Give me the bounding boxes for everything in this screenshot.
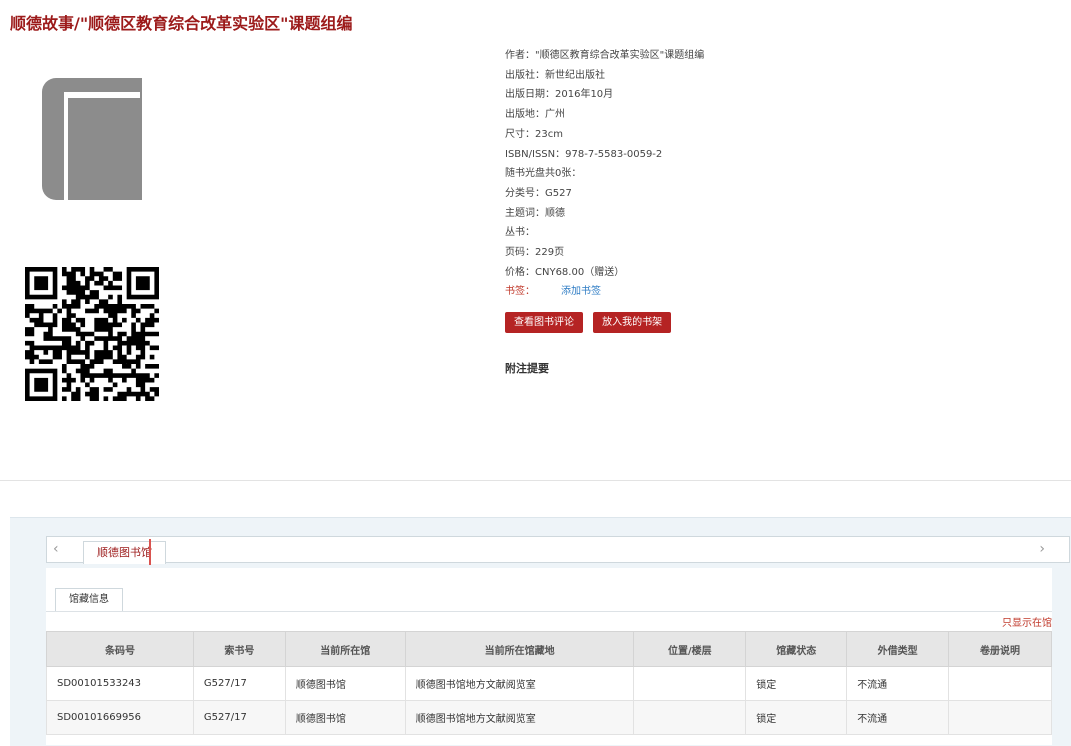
cell-floor	[633, 700, 747, 735]
bookmark-row: 书签： 添加书签	[505, 282, 704, 302]
col-status: 馆藏状态	[745, 631, 848, 667]
cell-barcode: SD00101669956	[46, 700, 194, 735]
qr-code-icon	[25, 267, 159, 401]
cell-loan-type: 不流通	[846, 700, 950, 735]
cell-volume	[948, 666, 1052, 701]
meta-author: 作者："顺德区教育综合改革实验区"课题组编	[505, 50, 705, 61]
cell-library: 顺德图书馆	[284, 666, 406, 701]
cell-status: 锁定	[745, 666, 848, 701]
divider	[0, 480, 1071, 481]
table-header-row: 条码号 索书号 当前所在馆 当前所在馆藏地 位置/楼层 馆藏状态 外借类型 卷册…	[46, 631, 1052, 667]
cell-call-number: G527/17	[192, 700, 286, 735]
tab-library-label: 顺德图书馆	[97, 546, 152, 559]
add-bookmark-link[interactable]: 添加书签	[561, 286, 601, 297]
cell-volume	[948, 700, 1052, 735]
cell-floor	[633, 666, 747, 701]
meta-price: 价格：CNY68.00（赠送）	[505, 266, 625, 278]
add-to-shelf-button[interactable]: 放入我的书架	[593, 312, 672, 333]
library-tabbar: ‹ 顺德图书馆 ›	[46, 536, 1070, 565]
view-reviews-button[interactable]: 查看图书评论	[505, 312, 583, 333]
col-call-number: 索书号	[192, 631, 286, 667]
cell-location: 顺德图书馆地方文献阅览室	[404, 666, 635, 701]
meta-publisher: 出版社：新世纪出版社	[505, 69, 605, 81]
book-metadata: 作者："顺德区教育综合改革实验区"课题组编 出版社：新世纪出版社 出版日期：20…	[505, 46, 704, 302]
cell-barcode: SD00101533243	[46, 666, 194, 701]
meta-cd: 随书光盘共0张：	[505, 168, 582, 180]
col-volume: 卷册说明	[948, 631, 1052, 667]
table-row: SD00101533243 G527/17 顺德图书馆 顺德图书馆地方文献阅览室…	[46, 666, 1052, 701]
abstract-label: 附注提要	[505, 362, 549, 375]
chevron-right-icon[interactable]: ›	[1039, 541, 1045, 557]
only-show-in-library-link[interactable]: 只显示在馆	[1002, 614, 1052, 629]
book-icon	[42, 78, 142, 206]
action-buttons: 查看图书评论 放入我的书架	[505, 310, 676, 333]
tab-accent	[149, 539, 151, 565]
col-floor: 位置/楼层	[633, 631, 747, 667]
meta-pub-date: 出版日期：2016年10月	[505, 89, 614, 101]
col-library: 当前所在馆	[284, 631, 406, 667]
chevron-left-icon[interactable]: ‹	[53, 541, 59, 557]
cell-location: 顺德图书馆地方文献阅览室	[404, 700, 635, 735]
meta-isbn: ISBN/ISSN：978-7-5583-0059-2	[505, 148, 663, 160]
cell-loan-type: 不流通	[846, 666, 950, 701]
table-row: SD00101669956 G527/17 顺德图书馆 顺德图书馆地方文献阅览室…	[46, 700, 1052, 735]
meta-subject: 主题词：顺德	[505, 207, 565, 219]
meta-pages: 页码：229页	[505, 247, 565, 259]
col-barcode: 条码号	[46, 631, 194, 667]
cell-library: 顺德图书馆	[284, 700, 406, 735]
bookmark-label: 书签：	[505, 286, 535, 298]
subtab-divider	[46, 611, 1052, 612]
cell-call-number: G527/17	[192, 666, 286, 701]
meta-class-no: 分类号：G527	[505, 187, 572, 199]
holdings-table: 条码号 索书号 当前所在馆 当前所在馆藏地 位置/楼层 馆藏状态 外借类型 卷册…	[46, 631, 1052, 735]
col-loan-type: 外借类型	[846, 631, 950, 667]
col-location: 当前所在馆藏地	[404, 631, 635, 667]
page-title: 顺德故事/"顺德区教育综合改革实验区"课题组编	[10, 14, 353, 33]
tab-library[interactable]: 顺德图书馆	[83, 539, 166, 565]
cell-status: 锁定	[745, 700, 848, 735]
holdings-content: 馆藏信息 只显示在馆 条码号 索书号 当前所在馆 当前所在馆藏地 位置/楼层 馆…	[46, 568, 1052, 745]
meta-series: 丛书：	[505, 227, 535, 239]
tab-holdings-info[interactable]: 馆藏信息	[55, 588, 123, 611]
meta-size: 尺寸：23cm	[505, 128, 563, 140]
meta-pub-place: 出版地：广州	[505, 109, 565, 121]
